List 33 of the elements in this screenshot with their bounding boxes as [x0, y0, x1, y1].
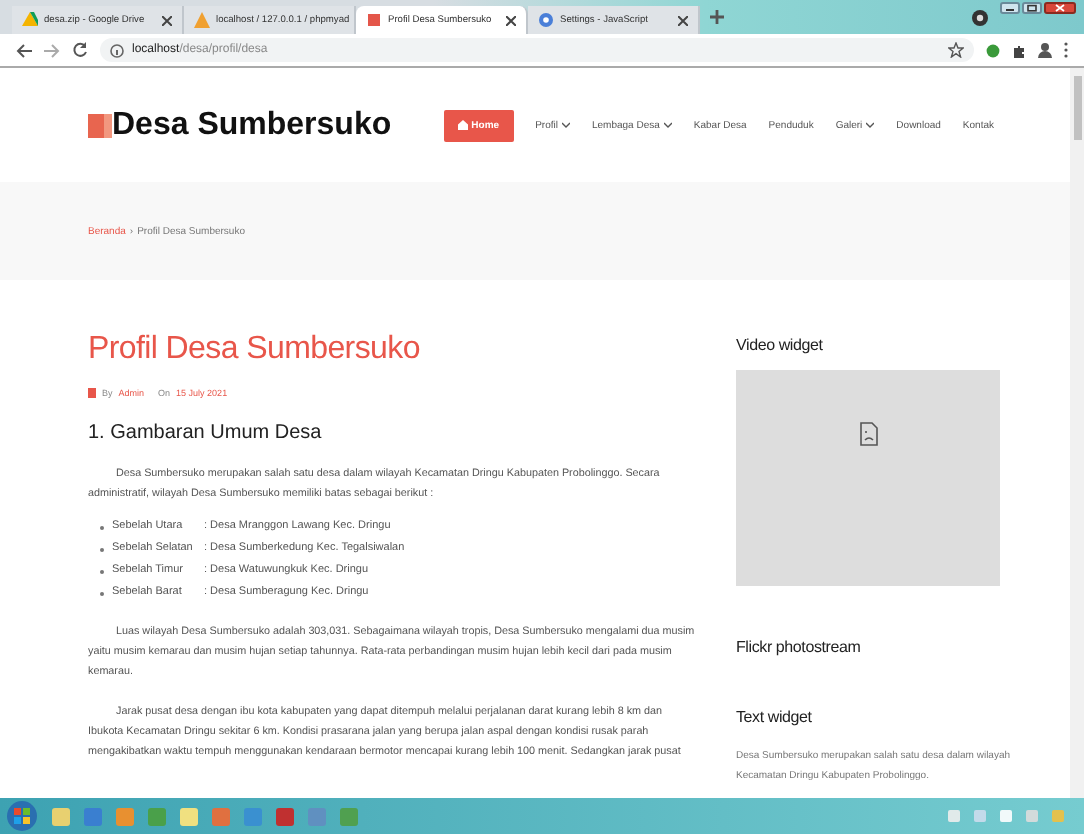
reload-icon[interactable] — [72, 42, 88, 58]
article-title: Profil Desa Sumbersuko — [88, 332, 422, 368]
close-icon[interactable] — [506, 15, 516, 25]
info-icon — [110, 43, 124, 57]
tray-icon[interactable] — [974, 810, 986, 822]
widget-title: Flickr photostream — [736, 638, 863, 656]
tray-icon[interactable] — [1000, 810, 1012, 822]
close-icon[interactable] — [162, 15, 172, 25]
section-heading: 1. Gambaran Umum Desa — [88, 422, 324, 444]
forward-icon[interactable] — [44, 43, 60, 57]
broken-file-icon — [859, 422, 877, 446]
maximize-icon[interactable] — [1022, 2, 1042, 14]
back-icon[interactable] — [16, 43, 32, 57]
minimize-icon[interactable] — [1000, 2, 1020, 14]
square-icon — [366, 12, 382, 28]
drive-icon — [22, 12, 38, 28]
widget-title: Text widget — [736, 708, 814, 726]
tray-icon[interactable] — [1026, 810, 1038, 822]
scrollbar[interactable] — [1070, 68, 1084, 798]
puzzle-icon[interactable] — [1012, 43, 1026, 57]
home-icon — [457, 120, 468, 130]
start-icon[interactable] — [6, 800, 38, 832]
logo-mark-icon — [88, 113, 112, 137]
close-icon[interactable] — [678, 15, 688, 25]
tray-icon[interactable] — [948, 810, 960, 822]
widget-title: Video widget — [736, 336, 825, 354]
scrollbar-thumb[interactable] — [1073, 76, 1081, 140]
site-logo[interactable]: Desa Sumbersuko — [112, 107, 392, 143]
star-icon[interactable] — [948, 42, 964, 58]
gear-icon — [538, 12, 554, 28]
close-icon[interactable] — [1044, 2, 1076, 14]
user-icon — [88, 388, 96, 398]
plus-icon[interactable] — [708, 8, 726, 26]
